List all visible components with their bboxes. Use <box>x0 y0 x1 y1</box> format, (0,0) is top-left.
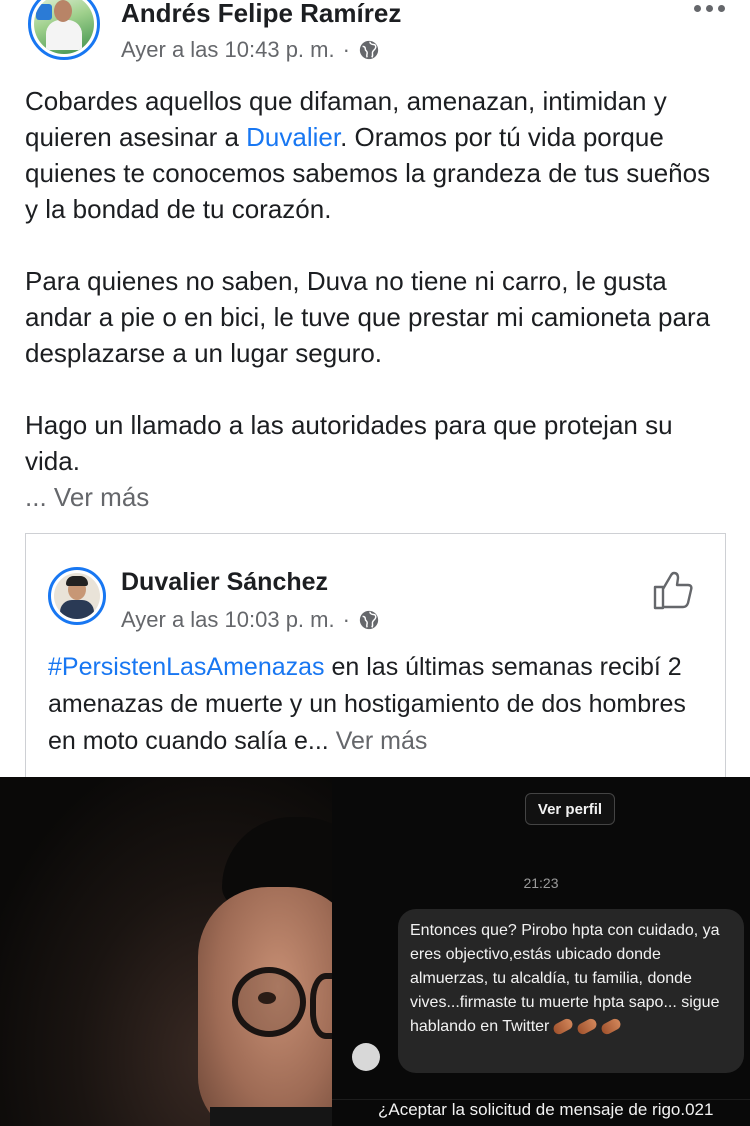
post-body: Cobardes aquellos que difaman, amenazan,… <box>25 83 730 515</box>
shared-post-timestamp[interactable]: Ayer a las 10:03 p. m. <box>121 607 335 633</box>
author-name[interactable]: Andrés Felipe Ramírez <box>121 0 401 29</box>
shared-post-card[interactable]: Duvalier Sánchez Ayer a las 10:03 p. m. … <box>25 533 726 783</box>
cigarette-emoji-icon <box>575 1017 599 1037</box>
globe-icon[interactable] <box>358 39 380 61</box>
post-paragraph-3: Hago un llamado a las autoridades para q… <box>25 410 673 476</box>
shared-post-body: #PersistenLasAmenazas en las últimas sem… <box>48 653 686 755</box>
more-options-icon[interactable] <box>694 0 728 18</box>
sender-avatar <box>352 1043 380 1071</box>
mention-link[interactable]: Duvalier <box>246 122 340 152</box>
selfie-photo <box>0 777 372 1126</box>
post-image[interactable]: Ver perfil 21:23 Entonces que? Pirobo hp… <box>0 777 750 1126</box>
message-screenshot: Ver perfil 21:23 Entonces que? Pirobo hp… <box>332 777 750 1126</box>
message-time: 21:23 <box>523 875 559 891</box>
see-more-link[interactable]: Ver más <box>54 482 149 512</box>
shared-author-avatar[interactable] <box>48 567 106 625</box>
shared-author-name[interactable]: Duvalier Sánchez <box>121 568 328 597</box>
see-more-line: ... Ver más <box>25 482 150 512</box>
shared-post-meta: Ayer a las 10:03 p. m. · <box>121 607 380 633</box>
post-paragraph-1: Cobardes aquellos que difaman, amenazan,… <box>25 86 711 224</box>
post-timestamp[interactable]: Ayer a las 10:43 p. m. <box>121 37 335 63</box>
cigarette-emoji-icon <box>599 1017 623 1037</box>
message-bubble: Entonces que? Pirobo hpta con cuidado, y… <box>398 909 744 1073</box>
view-profile-button: Ver perfil <box>525 793 615 825</box>
shared-see-more-link[interactable]: Ver más <box>336 727 428 755</box>
hashtag-link[interactable]: #PersistenLasAmenazas <box>48 653 325 681</box>
post-paragraph-2: Para quienes no saben, Duva no tiene ni … <box>25 266 711 368</box>
accept-request-text: ¿Aceptar la solicitud de mensaje de rigo… <box>332 1099 750 1126</box>
post-header: Andrés Felipe Ramírez Ayer a las 10:43 p… <box>0 0 750 75</box>
thumbs-up-icon[interactable] <box>651 568 695 612</box>
post-meta: Ayer a las 10:43 p. m. · <box>121 37 380 63</box>
meta-separator: · <box>342 37 350 62</box>
globe-icon[interactable] <box>358 609 380 631</box>
meta-separator: · <box>342 607 350 632</box>
cigarette-emoji-icon <box>551 1017 575 1037</box>
author-avatar-photo <box>34 0 94 54</box>
author-avatar[interactable] <box>28 0 100 60</box>
